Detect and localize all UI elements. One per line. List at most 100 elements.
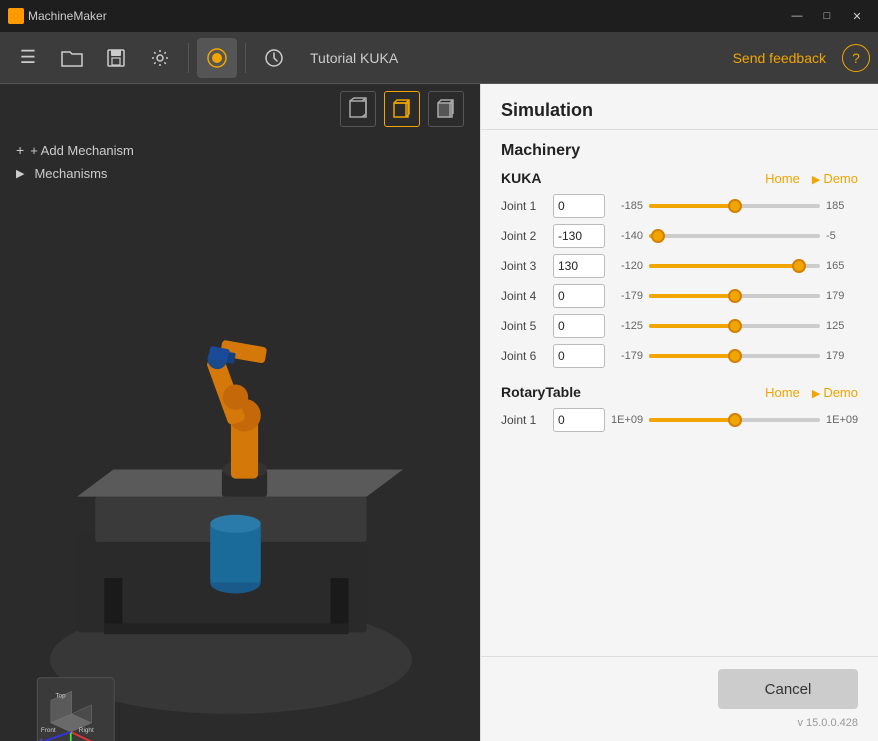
joint-input[interactable] — [553, 408, 605, 432]
rotary-table-group: RotaryTable Home Demo Joint 11E+091E+09 — [501, 384, 858, 432]
joint-slider[interactable] — [649, 408, 820, 432]
joint-slider[interactable] — [649, 224, 820, 248]
joint-min-label: -179 — [611, 350, 643, 362]
mechanisms-item[interactable]: ▶ Mechanisms — [16, 166, 464, 181]
rotary-demo-button[interactable]: Demo — [812, 385, 858, 400]
joint-slider[interactable] — [649, 194, 820, 218]
joint-slider-thumb[interactable] — [792, 259, 806, 273]
joint-max-label: -5 — [826, 230, 858, 242]
joint-max-label: 179 — [826, 290, 858, 302]
svg-text:Right: Right — [79, 727, 94, 734]
joint-min-label: 1E+09 — [611, 414, 643, 426]
main-content: + + Add Mechanism ▶ Mechanisms — [0, 84, 878, 741]
joint-slider-fill — [649, 324, 735, 328]
save-button[interactable] — [96, 38, 136, 78]
joint-slider-thumb[interactable] — [728, 199, 742, 213]
left-toolbar — [0, 84, 480, 134]
joint-slider-fill — [649, 294, 735, 298]
joint-max-label: 125 — [826, 320, 858, 332]
version-text: v 15.0.0.428 — [797, 717, 858, 729]
kuka-group: KUKA Home Demo Joint 1-185185Joint 2-140… — [501, 170, 858, 368]
svg-text:Front: Front — [41, 727, 56, 734]
3d-box-icon — [345, 96, 371, 122]
joint-min-label: -140 — [611, 230, 643, 242]
right-panel-footer: Cancel v 15.0.0.428 — [481, 656, 878, 741]
cancel-button[interactable]: Cancel — [718, 669, 858, 709]
simulation-title: Simulation — [501, 100, 593, 120]
machinery-section: Machinery KUKA Home Demo — [481, 130, 878, 460]
app-name: MachineMaker — [28, 9, 107, 23]
joint-input[interactable] — [553, 314, 605, 338]
joint-slider-fill — [649, 418, 735, 422]
joint-slider[interactable] — [649, 254, 820, 278]
rotary-demo-label: Demo — [823, 385, 858, 400]
chevron-right-icon: ▶ — [16, 167, 24, 180]
view-shaded-button[interactable] — [428, 91, 464, 127]
minimize-button[interactable]: — — [784, 6, 810, 26]
joint-row: Joint 3-120165 — [501, 254, 858, 278]
joint-row: Joint 5 -125 125 — [501, 314, 858, 338]
kuka-header: KUKA Home Demo — [501, 170, 858, 186]
send-feedback-button[interactable]: Send feedback — [725, 46, 834, 70]
joint-slider-thumb[interactable] — [728, 413, 742, 427]
joint-max-label: 179 — [826, 350, 858, 362]
joint-slider-fill — [649, 204, 735, 208]
svg-text:Top: Top — [55, 693, 66, 700]
kuka-demo-button[interactable]: Demo — [812, 171, 858, 186]
joint-slider[interactable] — [649, 314, 820, 338]
kuka-home-label: Home — [765, 171, 800, 186]
joint-row: Joint 11E+091E+09 — [501, 408, 858, 432]
kuka-home-button[interactable]: Home — [765, 171, 800, 186]
svg-text:z: z — [39, 736, 43, 741]
joint-slider-thumb[interactable] — [651, 229, 665, 243]
project-title: Tutorial KUKA — [310, 50, 398, 66]
kuka-name: KUKA — [501, 170, 541, 186]
window-controls: — □ ✕ — [784, 6, 870, 26]
rotary-play-icon — [812, 385, 820, 400]
add-icon: + — [16, 142, 24, 158]
joint-slider-track — [649, 294, 820, 298]
joint-slider-fill — [649, 264, 799, 268]
logo-icon — [8, 8, 24, 24]
close-button[interactable]: ✕ — [844, 6, 870, 26]
joint-row: Joint 1-185185 — [501, 194, 858, 218]
joint-input[interactable] — [553, 344, 605, 368]
joint-slider[interactable] — [649, 284, 820, 308]
help-button[interactable]: ? — [842, 44, 870, 72]
speed-button[interactable] — [254, 38, 294, 78]
rotary-table-header: RotaryTable Home Demo — [501, 384, 858, 400]
rotary-home-label: Home — [765, 385, 800, 400]
joint-row: Joint 4-179179 — [501, 284, 858, 308]
rotary-joints-container: Joint 11E+091E+09 — [501, 408, 858, 432]
view-3d-button[interactable] — [340, 91, 376, 127]
viewport[interactable]: Top Front Right x y z — [0, 189, 480, 741]
open-folder-button[interactable] — [52, 38, 92, 78]
joint-max-label: 165 — [826, 260, 858, 272]
add-mechanism-button[interactable]: + + Add Mechanism — [16, 142, 464, 158]
joint-max-label: 185 — [826, 200, 858, 212]
joint-input[interactable] — [553, 284, 605, 308]
joint-slider[interactable] — [649, 344, 820, 368]
joint-slider-track — [649, 354, 820, 358]
view-wireframe-button[interactable] — [384, 91, 420, 127]
rotary-home-button[interactable]: Home — [765, 385, 800, 400]
joint-max-label: 1E+09 — [826, 414, 858, 426]
record-icon — [206, 47, 228, 69]
joint-input[interactable] — [553, 254, 605, 278]
settings-icon — [150, 48, 170, 68]
maximize-button[interactable]: □ — [814, 6, 840, 26]
speed-icon — [263, 47, 285, 69]
joint-slider-track — [649, 418, 820, 422]
joint-slider-thumb[interactable] — [728, 289, 742, 303]
joint-slider-track — [649, 234, 820, 238]
joint-min-label: -125 — [611, 320, 643, 332]
joint-input[interactable] — [553, 224, 605, 248]
joint-input[interactable] — [553, 194, 605, 218]
joint-label: Joint 5 — [501, 319, 547, 333]
menu-button[interactable]: ☰ — [8, 38, 48, 78]
joint-slider-thumb[interactable] — [728, 319, 742, 333]
joint-slider-thumb[interactable] — [728, 349, 742, 363]
record-button[interactable] — [197, 38, 237, 78]
settings-button[interactable] — [140, 38, 180, 78]
toolbar-divider-1 — [188, 43, 189, 73]
